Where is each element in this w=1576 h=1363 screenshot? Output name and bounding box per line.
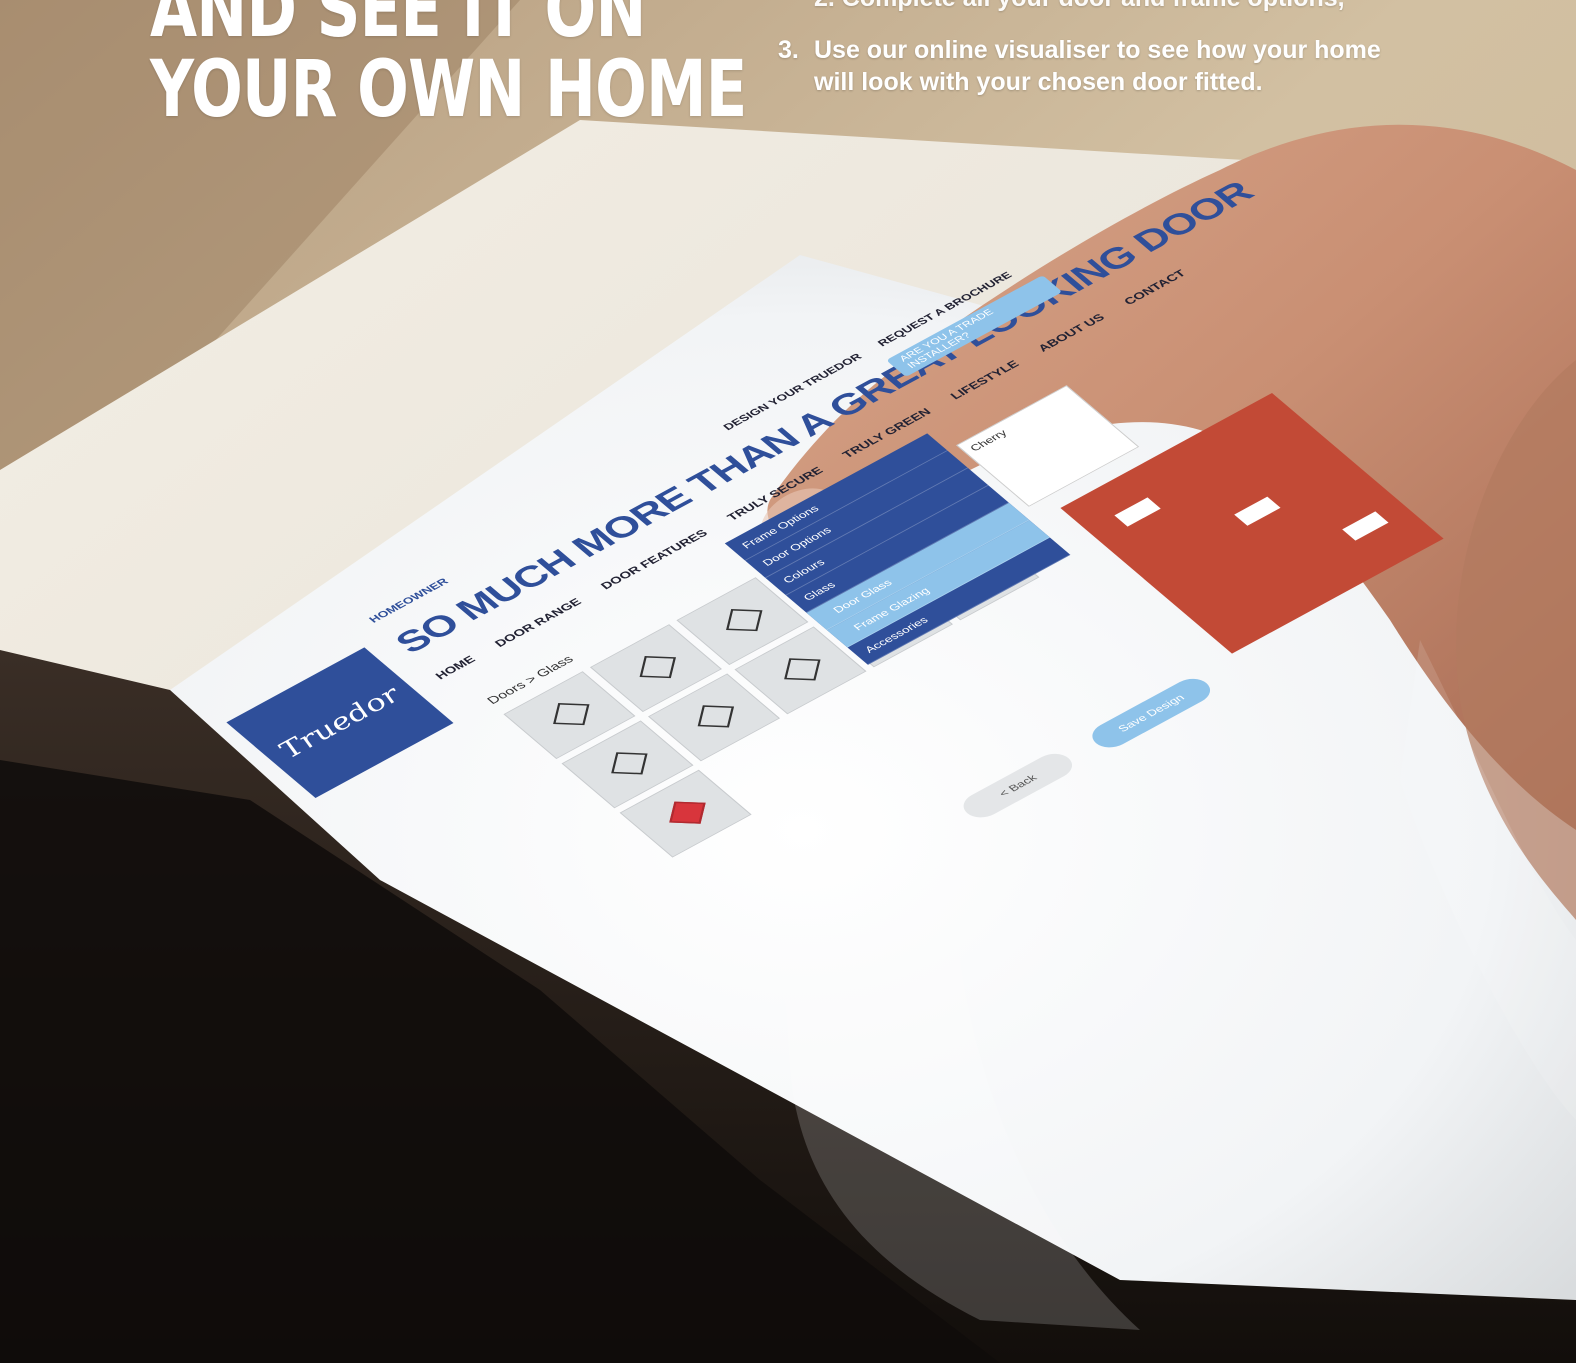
glass-pattern-icon xyxy=(784,658,821,681)
glass-pattern-icon xyxy=(669,801,706,824)
step-3: 3. Use our online visualiser to see how y… xyxy=(778,34,1381,98)
step-2-partial: 2. Complete all your door and frame opti… xyxy=(814,0,1345,14)
step-3-number: 3. xyxy=(778,36,799,64)
glass-pattern-icon xyxy=(553,703,590,726)
nav-item-home[interactable]: HOME xyxy=(432,653,478,681)
glass-pattern-icon xyxy=(697,705,735,728)
door-panel xyxy=(1114,497,1161,527)
door-panel xyxy=(1234,496,1281,526)
colour-label: Cherry xyxy=(967,427,1010,454)
glass-pattern-icon xyxy=(611,752,648,775)
step-3-line-1: Use our online visualiser to see how you… xyxy=(814,36,1381,64)
glass-pattern-icon xyxy=(639,656,676,679)
door-panel xyxy=(1342,511,1389,541)
step-3-line-2: will look with your chosen door fitted. xyxy=(814,68,1263,96)
headline-line-2: YOUR OWN HOME xyxy=(150,45,747,135)
headline-line-1: AND SEE IT ON xyxy=(150,0,646,55)
glass-pattern-icon xyxy=(726,609,763,632)
headline: AND SEE IT ON YOUR OWN HOME xyxy=(150,0,747,130)
